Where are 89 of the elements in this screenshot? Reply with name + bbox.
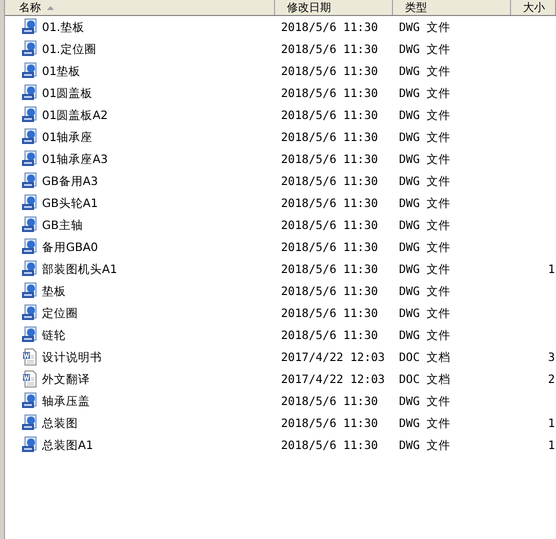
modified-date: 2018/5/6 11:30 — [281, 284, 378, 298]
drawing-file-icon — [21, 436, 39, 454]
drawing-file-icon — [21, 84, 39, 102]
file-name[interactable]: 定位圈 — [42, 306, 78, 320]
drawing-file-icon — [21, 414, 39, 432]
modified-date: 2018/5/6 11:30 — [281, 240, 378, 254]
file-name[interactable]: 外文翻译 — [42, 372, 90, 386]
file-name[interactable]: 01圆盖板A2 — [42, 108, 108, 122]
document-file-icon — [21, 348, 39, 366]
drawing-file-icon — [21, 282, 39, 300]
drawing-file-icon — [21, 150, 39, 168]
column-header[interactable]: 类型 — [405, 1, 427, 14]
modified-date: 2018/5/6 11:30 — [281, 42, 378, 56]
drawing-file-icon — [21, 238, 39, 256]
file-type: DWG 文件 — [399, 108, 451, 122]
document-file-icon — [21, 370, 39, 388]
modified-date: 2018/5/6 11:30 — [281, 262, 378, 276]
file-name[interactable]: 部装图机头A1 — [42, 262, 118, 276]
file-name[interactable]: 链轮 — [42, 328, 66, 342]
modified-date: 2018/5/6 11:30 — [281, 328, 378, 342]
file-size: 1 — [548, 262, 555, 276]
file-name[interactable]: 总装图A1 — [42, 438, 94, 452]
column-header[interactable]: 修改日期 — [287, 1, 331, 14]
drawing-file-icon — [21, 172, 39, 190]
file-type: DWG 文件 — [399, 262, 451, 276]
file-name[interactable]: 轴承压盖 — [42, 394, 90, 408]
file-name[interactable]: 垫板 — [42, 284, 66, 298]
file-type: DWG 文件 — [399, 218, 451, 232]
drawing-file-icon — [21, 326, 39, 344]
file-size: 1 — [548, 416, 555, 430]
modified-date: 2018/5/6 11:30 — [281, 108, 378, 122]
drawing-file-icon — [21, 304, 39, 322]
file-name[interactable]: 总装图 — [42, 416, 78, 430]
file-type: DWG 文件 — [399, 130, 451, 144]
file-type: DOC 文档 — [399, 372, 451, 386]
modified-date: 2018/5/6 11:30 — [281, 20, 378, 34]
file-type: DWG 文件 — [399, 196, 451, 210]
drawing-file-icon — [21, 18, 39, 36]
file-type: DWG 文件 — [399, 306, 451, 320]
drawing-file-icon — [21, 260, 39, 278]
drawing-file-icon — [21, 392, 39, 410]
modified-date: 2018/5/6 11:30 — [281, 306, 378, 320]
drawing-file-icon — [21, 128, 39, 146]
file-name[interactable]: GB备用A3 — [42, 174, 98, 188]
file-type: DWG 文件 — [399, 42, 451, 56]
modified-date: 2017/4/22 12:03 — [281, 372, 385, 386]
file-size: 3 — [548, 350, 555, 364]
modified-date: 2018/5/6 11:30 — [281, 218, 378, 232]
modified-date: 2018/5/6 11:30 — [281, 416, 378, 430]
file-type: DWG 文件 — [399, 20, 451, 34]
modified-date: 2018/5/6 11:30 — [281, 64, 378, 78]
column-header[interactable]: 大小 — [523, 1, 545, 14]
file-name[interactable]: 01轴承座A3 — [42, 152, 108, 166]
file-name[interactable]: GB头轮A1 — [42, 196, 98, 210]
column-header[interactable]: 名称 — [19, 1, 41, 14]
drawing-file-icon — [21, 40, 39, 58]
file-type: DWG 文件 — [399, 416, 451, 430]
file-type: DWG 文件 — [399, 284, 451, 298]
drawing-file-icon — [21, 106, 39, 124]
modified-date: 2018/5/6 11:30 — [281, 86, 378, 100]
file-size: 2 — [548, 372, 555, 386]
file-type: DWG 文件 — [399, 64, 451, 78]
modified-date: 2018/5/6 11:30 — [281, 152, 378, 166]
file-size: 1 — [548, 438, 555, 452]
file-name[interactable]: 01轴承座 — [42, 130, 93, 144]
file-name[interactable]: 备用GBA0 — [42, 240, 98, 254]
modified-date: 2018/5/6 11:30 — [281, 130, 378, 144]
file-name[interactable]: 01垫板 — [42, 64, 81, 78]
drawing-file-icon — [21, 194, 39, 212]
file-type: DOC 文档 — [399, 350, 451, 364]
file-name[interactable]: GB主轴 — [42, 218, 83, 232]
file-type: DWG 文件 — [399, 152, 451, 166]
drawing-file-icon — [21, 62, 39, 80]
file-type: DWG 文件 — [399, 174, 451, 188]
file-type: DWG 文件 — [399, 328, 451, 342]
file-name[interactable]: 01.垫板 — [42, 20, 84, 34]
file-type: DWG 文件 — [399, 240, 451, 254]
file-name[interactable]: 01.定位圈 — [42, 42, 96, 56]
modified-date: 2018/5/6 11:30 — [281, 394, 378, 408]
file-type: DWG 文件 — [399, 86, 451, 100]
modified-date: 2018/5/6 11:30 — [281, 196, 378, 210]
modified-date: 2018/5/6 11:30 — [281, 438, 378, 452]
file-type: DWG 文件 — [399, 438, 451, 452]
drawing-file-icon — [21, 216, 39, 234]
file-type: DWG 文件 — [399, 394, 451, 408]
modified-date: 2018/5/6 11:30 — [281, 174, 378, 188]
file-name[interactable]: 设计说明书 — [42, 350, 102, 364]
file-name[interactable]: 01圆盖板 — [42, 86, 93, 100]
modified-date: 2017/4/22 12:03 — [281, 350, 385, 364]
